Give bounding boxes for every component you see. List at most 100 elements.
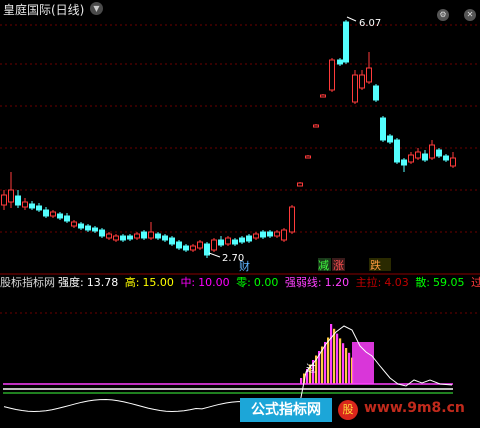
candle-body [204, 243, 210, 256]
weak-value: 1.20 [324, 276, 350, 289]
candle-body [337, 59, 343, 65]
price-grid [0, 24, 480, 233]
candle-body [401, 159, 407, 166]
candle-body [380, 117, 386, 141]
candle-body [232, 239, 238, 245]
candle-body [274, 231, 280, 237]
candle-body [253, 233, 259, 239]
chart-canvas[interactable]: 6.07 2.70 财 减 涨 跌 过 [0, 0, 480, 428]
candle-body [50, 211, 56, 217]
stock-chart-window: 皇庭国际(日线) ▼ ⚙ ✕ 6.07 2.70 财 减 涨 跌 过 股标指标网… [0, 0, 480, 428]
candle-body [197, 241, 203, 249]
candle-body [1, 194, 7, 206]
strength-label: 强度: [58, 276, 84, 289]
indicator-name: 股标指标网 [0, 276, 55, 289]
candle-body [366, 67, 372, 83]
candle-body [313, 124, 319, 128]
high-price-label: 6.07 [359, 18, 381, 29]
candle-body [373, 85, 379, 101]
watermark-brand: 公式指标网 [240, 398, 332, 422]
indicator-bar [333, 328, 336, 384]
signal-zhang: 涨 [333, 259, 344, 272]
candlestick-series [1, 20, 456, 258]
candle-body [120, 235, 126, 241]
candle-body [289, 206, 295, 233]
candle-body [155, 233, 161, 239]
scatter-label: 散: [415, 276, 431, 289]
candle-body [359, 74, 365, 89]
indicator-bar [348, 352, 351, 384]
candle-body [15, 195, 21, 206]
signal-die: 跌 [370, 258, 381, 272]
signal-labels: 财 减 涨 跌 [239, 258, 391, 273]
candle-body [281, 229, 287, 241]
zero-label: 零: [236, 276, 251, 289]
candle-body [176, 241, 182, 249]
candle-body [22, 201, 28, 208]
weak-label: 强弱线: [284, 276, 322, 289]
candle-body [260, 231, 266, 238]
indicator-bar [324, 342, 327, 384]
candle-body [352, 74, 358, 103]
scatter-value: 59.05 [433, 276, 465, 289]
indicator-bar [336, 333, 339, 384]
indicator-bar [342, 343, 345, 384]
zero-value: 0.00 [253, 276, 279, 289]
candle-body [8, 189, 14, 203]
watermark-url: www.9m8.cn [364, 400, 465, 416]
candle-body [78, 223, 84, 229]
watermark-logo-icon: 股 [338, 400, 358, 420]
signal-cai: 财 [239, 259, 250, 273]
overflow-text: 过 [471, 276, 480, 289]
candle-body [190, 245, 196, 251]
mid-label: 中: [180, 276, 196, 289]
price-annotations: 6.07 2.70 [208, 16, 381, 264]
candle-body [320, 94, 326, 98]
candle-body [394, 139, 400, 163]
watermark: 公式指标网 股 www.9m8.cn [240, 398, 480, 424]
candle-body [429, 144, 435, 159]
candle-body [148, 231, 154, 239]
candle-body [57, 213, 63, 219]
candle-body [246, 235, 252, 242]
candle-body [408, 154, 414, 163]
indicator-bar [327, 337, 330, 384]
candle-body [169, 237, 175, 245]
candle-body [387, 135, 393, 143]
main-label: 主拉: [355, 276, 382, 289]
candle-body [43, 209, 49, 217]
strength-value: 13.78 [86, 276, 119, 289]
candle-body [211, 239, 217, 251]
indicator-bar [345, 348, 348, 384]
lower-signal-label: 过 [306, 362, 316, 375]
candle-body [29, 203, 35, 209]
candle-body [92, 227, 98, 232]
candle-body [141, 231, 147, 239]
candle-body [106, 233, 112, 239]
candle-body [297, 182, 303, 187]
candle-body [99, 229, 105, 237]
candle-body [329, 59, 335, 91]
candle-body [343, 21, 349, 63]
mid-value: 10.00 [198, 276, 230, 289]
candle-body [422, 153, 428, 161]
candle-body [113, 235, 119, 241]
candle-body [225, 237, 231, 245]
candle-body [127, 235, 133, 240]
candle-body [415, 151, 421, 159]
candle-body [436, 149, 442, 157]
indicator-info-bar: 股标指标网 强度: 13.78 高: 15.00 中: 10.00 零: 0.00 强弱线… [0, 275, 480, 290]
candle-body [36, 205, 42, 211]
candle-body [305, 155, 311, 159]
candle-body [64, 215, 70, 222]
candle-body [71, 221, 77, 227]
candle-body [162, 235, 168, 241]
candle-body [183, 245, 189, 251]
high-label: 高: [124, 276, 140, 289]
indicator-bands [3, 383, 453, 394]
candle-body [267, 231, 273, 237]
indicator-bar [300, 378, 303, 384]
candle-body [443, 155, 449, 161]
candle-body [450, 157, 456, 167]
indicator-bar [330, 324, 333, 384]
